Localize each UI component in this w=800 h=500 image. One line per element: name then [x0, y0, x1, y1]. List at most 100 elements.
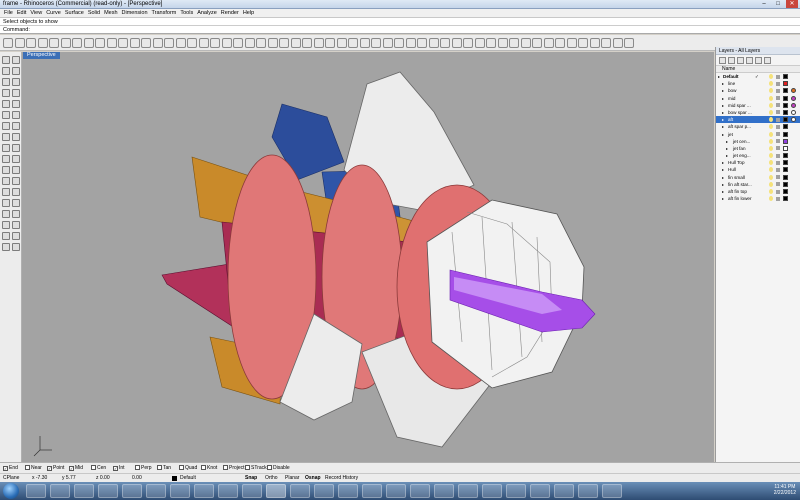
toolbar-button-35[interactable]: [394, 38, 404, 48]
layer-row[interactable]: ▸ Hull Top: [716, 159, 800, 166]
visibility-bulb-icon[interactable]: [769, 160, 773, 166]
folder-icon[interactable]: [506, 484, 526, 498]
expand-icon[interactable]: ▸: [726, 138, 728, 145]
layer-color-swatch[interactable]: [783, 81, 788, 87]
tool-button-10[interactable]: [12, 100, 20, 108]
tool-button-11[interactable]: [2, 111, 10, 119]
layer-color-swatch[interactable]: [783, 124, 788, 130]
start-button[interactable]: [3, 483, 19, 499]
toolbar-button-5[interactable]: [49, 38, 59, 48]
tool-button-34[interactable]: [12, 232, 20, 240]
terminal-icon[interactable]: [458, 484, 478, 498]
lock-icon[interactable]: [776, 153, 780, 158]
toolbar-button-37[interactable]: [417, 38, 427, 48]
tool-button-23[interactable]: [2, 177, 10, 185]
expand-icon[interactable]: ▸: [722, 181, 724, 188]
tool-button-8[interactable]: [12, 89, 20, 97]
layer-color-swatch[interactable]: [783, 95, 788, 101]
checkbox[interactable]: [157, 465, 162, 470]
checkbox[interactable]: [91, 465, 96, 470]
menu-item-edit[interactable]: Edit: [17, 9, 26, 18]
osnap-int[interactable]: ✓ Int: [113, 465, 125, 471]
osnap-end[interactable]: ✓ End: [3, 465, 18, 471]
layer-color-swatch[interactable]: [783, 74, 788, 79]
layer-color-swatch[interactable]: [783, 196, 788, 202]
osnap-point[interactable]: ✓ Point: [47, 465, 64, 471]
tool-button-20[interactable]: [12, 155, 20, 163]
toolbar-button-4[interactable]: [37, 38, 48, 48]
tool-button-27[interactable]: [2, 199, 10, 207]
visibility-bulb-icon[interactable]: [769, 109, 773, 115]
misc-icon[interactable]: [602, 484, 622, 498]
tool-button-26[interactable]: [12, 188, 20, 196]
material-icon[interactable]: [791, 102, 796, 108]
layer-row[interactable]: ▸ jet fan: [716, 145, 800, 152]
lock-icon[interactable]: [776, 146, 780, 151]
visibility-bulb-icon[interactable]: [769, 189, 773, 194]
layer-row[interactable]: ▸ fin aft star...: [716, 181, 800, 188]
toolbar-button-29[interactable]: [325, 38, 335, 48]
chrome-icon[interactable]: [362, 484, 382, 498]
toolbar-button-52[interactable]: [589, 38, 600, 48]
toolbar-button-6[interactable]: [60, 38, 71, 48]
menu-item-transform[interactable]: Transform: [152, 9, 177, 18]
menu-item-render[interactable]: Render: [221, 9, 239, 18]
tool-button-22[interactable]: [12, 166, 20, 174]
toolbar-button-3[interactable]: [26, 38, 36, 48]
expand-icon[interactable]: ▸: [722, 87, 724, 94]
expand-icon[interactable]: ▸: [722, 123, 724, 130]
toolbar-button-42[interactable]: [474, 38, 485, 48]
tool-button-28[interactable]: [12, 199, 20, 207]
tool-button-24[interactable]: [12, 177, 20, 185]
toolbar-button-16[interactable]: [175, 38, 186, 48]
layer-color-swatch[interactable]: [783, 102, 788, 108]
tool-button-18[interactable]: [12, 144, 20, 152]
expand-icon[interactable]: ▸: [722, 159, 724, 166]
expand-icon[interactable]: ▸: [722, 95, 724, 102]
maximize-button[interactable]: □: [772, 0, 784, 8]
toolbar-button-44[interactable]: [497, 38, 508, 48]
layer-row[interactable]: ▸ bow: [716, 87, 800, 94]
tool-button-19[interactable]: [2, 155, 10, 163]
lock-icon[interactable]: [776, 189, 780, 194]
visibility-bulb-icon[interactable]: [769, 124, 773, 130]
checkbox[interactable]: [201, 465, 206, 470]
toolbar-button-25[interactable]: [279, 38, 289, 48]
calculator-icon[interactable]: [530, 484, 550, 498]
layer-row[interactable]: ▸ aft fin lower: [716, 195, 800, 202]
toolbar-button-53[interactable]: [601, 38, 611, 48]
expand-icon[interactable]: ▸: [722, 116, 724, 123]
visibility-bulb-icon[interactable]: [769, 145, 773, 151]
layer-row[interactable]: ▸ jet: [716, 131, 800, 138]
toolbar-button-23[interactable]: [256, 38, 266, 48]
tool-button-1[interactable]: [2, 56, 10, 64]
osnap-project[interactable]: Project: [223, 465, 245, 471]
toolbar-button-54[interactable]: [612, 38, 623, 48]
tool-button-2[interactable]: [12, 56, 20, 64]
zbrush-icon[interactable]: [194, 484, 214, 498]
menu-item-curve[interactable]: Curve: [46, 9, 61, 18]
menu-item-tools[interactable]: Tools: [180, 9, 193, 18]
lock-icon[interactable]: [776, 182, 780, 187]
checkbox[interactable]: [179, 465, 184, 470]
move-up-icon[interactable]: [746, 57, 753, 64]
menu-item-mesh[interactable]: Mesh: [104, 9, 117, 18]
checkbox[interactable]: [245, 465, 250, 470]
media-player-icon[interactable]: [98, 484, 118, 498]
toolbar-button-1[interactable]: [3, 38, 13, 48]
osnap-disable[interactable]: Disable: [267, 465, 290, 471]
layer-color-swatch[interactable]: [783, 138, 788, 144]
toolbar-button-33[interactable]: [371, 38, 381, 48]
minimize-button[interactable]: –: [758, 0, 770, 8]
network-icon[interactable]: [554, 484, 574, 498]
toolbar-button-8[interactable]: [83, 38, 94, 48]
tool-button-12[interactable]: [12, 111, 20, 119]
menu-item-analyze[interactable]: Analyze: [197, 9, 217, 18]
checkbox[interactable]: ✓: [3, 466, 8, 471]
osnap-near[interactable]: Near: [25, 465, 42, 471]
osnap-perp[interactable]: Perp: [135, 465, 152, 471]
tool-button-16[interactable]: [12, 133, 20, 141]
toolbar-button-26[interactable]: [290, 38, 301, 48]
material-icon[interactable]: [791, 95, 796, 101]
toolbar-button-31[interactable]: [348, 38, 358, 48]
